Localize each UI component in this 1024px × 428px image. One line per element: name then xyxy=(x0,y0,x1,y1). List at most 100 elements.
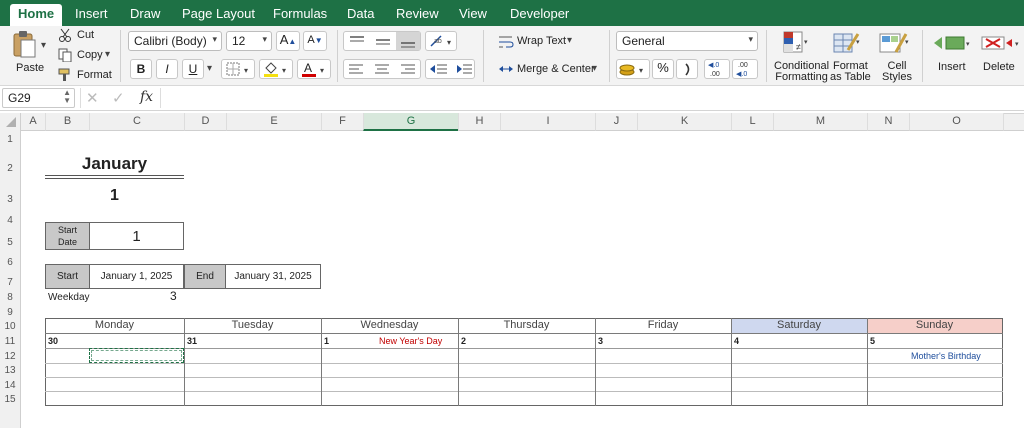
decrease-decimal-button[interactable]: .00 ◀.0 xyxy=(732,59,758,79)
underline-dropdown-caret[interactable]: ▾ xyxy=(207,63,212,74)
column-header-f[interactable]: F xyxy=(321,113,363,131)
increase-font-size-button[interactable]: A▲ xyxy=(276,31,300,51)
row-header-10[interactable]: 10 xyxy=(0,321,20,332)
column-header-c[interactable]: C xyxy=(89,113,184,131)
row-header-14[interactable]: 14 xyxy=(0,380,20,391)
format-painter-button[interactable]: Format xyxy=(77,69,112,81)
row-header-7[interactable]: 7 xyxy=(0,277,20,288)
column-header-m[interactable]: M xyxy=(773,113,867,131)
column-header-d[interactable]: D xyxy=(184,113,226,131)
birthday-event[interactable]: Mother's Birthday xyxy=(911,351,981,361)
row-header-8[interactable]: 8 xyxy=(0,292,20,303)
tab-data[interactable]: Data xyxy=(347,5,374,26)
date-tuesday[interactable]: 31 xyxy=(187,336,197,346)
merge-center-dropdown-caret[interactable]: ▾ xyxy=(592,63,597,74)
tab-page-layout[interactable]: Page Layout xyxy=(182,5,255,26)
row-header-9[interactable]: 9 xyxy=(0,307,20,318)
column-header-a[interactable]: A xyxy=(21,113,45,131)
row-header-2[interactable]: 2 xyxy=(0,163,20,174)
start-date-value-cell[interactable]: 1 xyxy=(89,222,184,250)
day-header-friday[interactable]: Friday xyxy=(595,319,731,331)
insert-button[interactable]: Insert xyxy=(938,61,966,73)
column-header-k[interactable]: K xyxy=(637,113,731,131)
tab-draw[interactable]: Draw xyxy=(130,5,160,26)
decrease-font-size-button[interactable]: A▼ xyxy=(303,31,327,51)
weekday-value[interactable]: 3 xyxy=(170,289,177,303)
orientation-button[interactable]: ab ▾ xyxy=(425,31,457,51)
borders-button[interactable]: ▾ xyxy=(221,59,255,79)
start-label-cell[interactable]: Start xyxy=(45,264,90,289)
underline-button[interactable]: U xyxy=(182,59,204,79)
row-header-4[interactable]: 4 xyxy=(0,215,20,226)
font-size-select[interactable]: 12 ▾ xyxy=(226,31,272,51)
row-header-13[interactable]: 13 xyxy=(0,365,20,376)
day-header-monday[interactable]: Monday xyxy=(45,319,184,331)
column-header-j[interactable]: J xyxy=(595,113,637,131)
column-header-b[interactable]: B xyxy=(45,113,89,131)
row-header-15[interactable]: 15 xyxy=(0,394,20,405)
start-value-cell[interactable]: January 1, 2025 xyxy=(89,264,184,289)
date-wednesday[interactable]: 1 xyxy=(324,336,329,346)
column-header-h[interactable]: H xyxy=(458,113,500,131)
copy-marquee-selection[interactable] xyxy=(89,348,184,363)
merge-center-button[interactable]: Merge & Center xyxy=(517,63,595,75)
font-name-select[interactable]: Calibri (Body) ▾ xyxy=(128,31,222,51)
number-format-select[interactable]: General ▾ xyxy=(616,31,758,51)
format-as-table-button[interactable]: Format as Table xyxy=(830,61,871,83)
month-number[interactable]: 1 xyxy=(45,187,184,205)
accounting-format-button[interactable]: ▾ xyxy=(616,59,650,79)
bold-button[interactable]: B xyxy=(130,59,152,79)
tab-view[interactable]: View xyxy=(459,5,487,26)
column-header-g[interactable]: G xyxy=(363,113,458,131)
column-header-i[interactable]: I xyxy=(500,113,595,131)
paste-dropdown-caret[interactable]: ▾ xyxy=(41,40,46,51)
day-header-sunday[interactable]: Sunday xyxy=(867,319,1002,331)
name-box[interactable]: G29 ▲ ▼ xyxy=(2,88,75,108)
tab-developer[interactable]: Developer xyxy=(510,5,569,26)
paste-button[interactable] xyxy=(12,30,36,58)
insert-function-button[interactable]: fx xyxy=(140,89,153,105)
tab-insert[interactable]: Insert xyxy=(75,5,108,26)
date-friday[interactable]: 3 xyxy=(598,336,603,346)
row-header-3[interactable]: 3 xyxy=(0,194,20,205)
start-date-label-cell[interactable]: Start Date xyxy=(45,222,90,250)
date-thursday[interactable]: 2 xyxy=(461,336,466,346)
date-saturday[interactable]: 4 xyxy=(734,336,739,346)
tab-review[interactable]: Review xyxy=(396,5,439,26)
day-header-wednesday[interactable]: Wednesday xyxy=(321,319,458,331)
copy-button[interactable]: Copy xyxy=(77,49,103,61)
italic-button[interactable]: I xyxy=(156,59,178,79)
conditional-formatting-button[interactable]: Conditional Formatting xyxy=(774,61,829,83)
day-header-thursday[interactable]: Thursday xyxy=(458,319,595,331)
month-title[interactable]: January xyxy=(45,154,184,174)
day-header-tuesday[interactable]: Tuesday xyxy=(184,319,321,331)
tab-home[interactable]: Home xyxy=(10,4,63,26)
column-header-e[interactable]: E xyxy=(226,113,321,131)
fill-color-button[interactable]: ▾ xyxy=(259,59,293,79)
weekday-label[interactable]: Weekday xyxy=(48,292,90,303)
date-sunday[interactable]: 5 xyxy=(870,336,875,346)
end-value-cell[interactable]: January 31, 2025 xyxy=(225,264,321,289)
font-color-button[interactable]: A ▾ xyxy=(297,59,331,79)
cell-styles-button[interactable]: Cell Styles xyxy=(882,61,912,83)
wrap-text-dropdown-caret[interactable]: ▾ xyxy=(567,35,572,46)
percent-style-button[interactable]: % xyxy=(652,59,674,79)
holiday-event[interactable]: New Year's Day xyxy=(379,336,442,346)
paste-label[interactable]: Paste xyxy=(16,62,44,74)
tab-formulas[interactable]: Formulas xyxy=(273,5,327,26)
wrap-text-button[interactable]: Wrap Text xyxy=(517,35,566,47)
increase-decimal-button[interactable]: ◀.0.00 xyxy=(704,59,730,79)
row-header-5[interactable]: 5 xyxy=(0,237,20,248)
row-header-1[interactable]: 1 xyxy=(0,134,20,145)
select-all-corner[interactable] xyxy=(0,113,21,131)
cut-button[interactable]: Cut xyxy=(77,29,94,41)
row-header-12[interactable]: 12 xyxy=(0,351,20,362)
cancel-icon[interactable]: ✕ xyxy=(86,89,99,107)
end-label-cell[interactable]: End xyxy=(184,264,226,289)
row-header-11[interactable]: 11 xyxy=(0,336,20,347)
copy-dropdown-caret[interactable]: ▾ xyxy=(105,49,110,60)
date-monday[interactable]: 30 xyxy=(48,336,58,346)
row-header-6[interactable]: 6 xyxy=(0,257,20,268)
column-header-o[interactable]: O xyxy=(909,113,1004,131)
comma-style-button[interactable] xyxy=(676,59,698,79)
